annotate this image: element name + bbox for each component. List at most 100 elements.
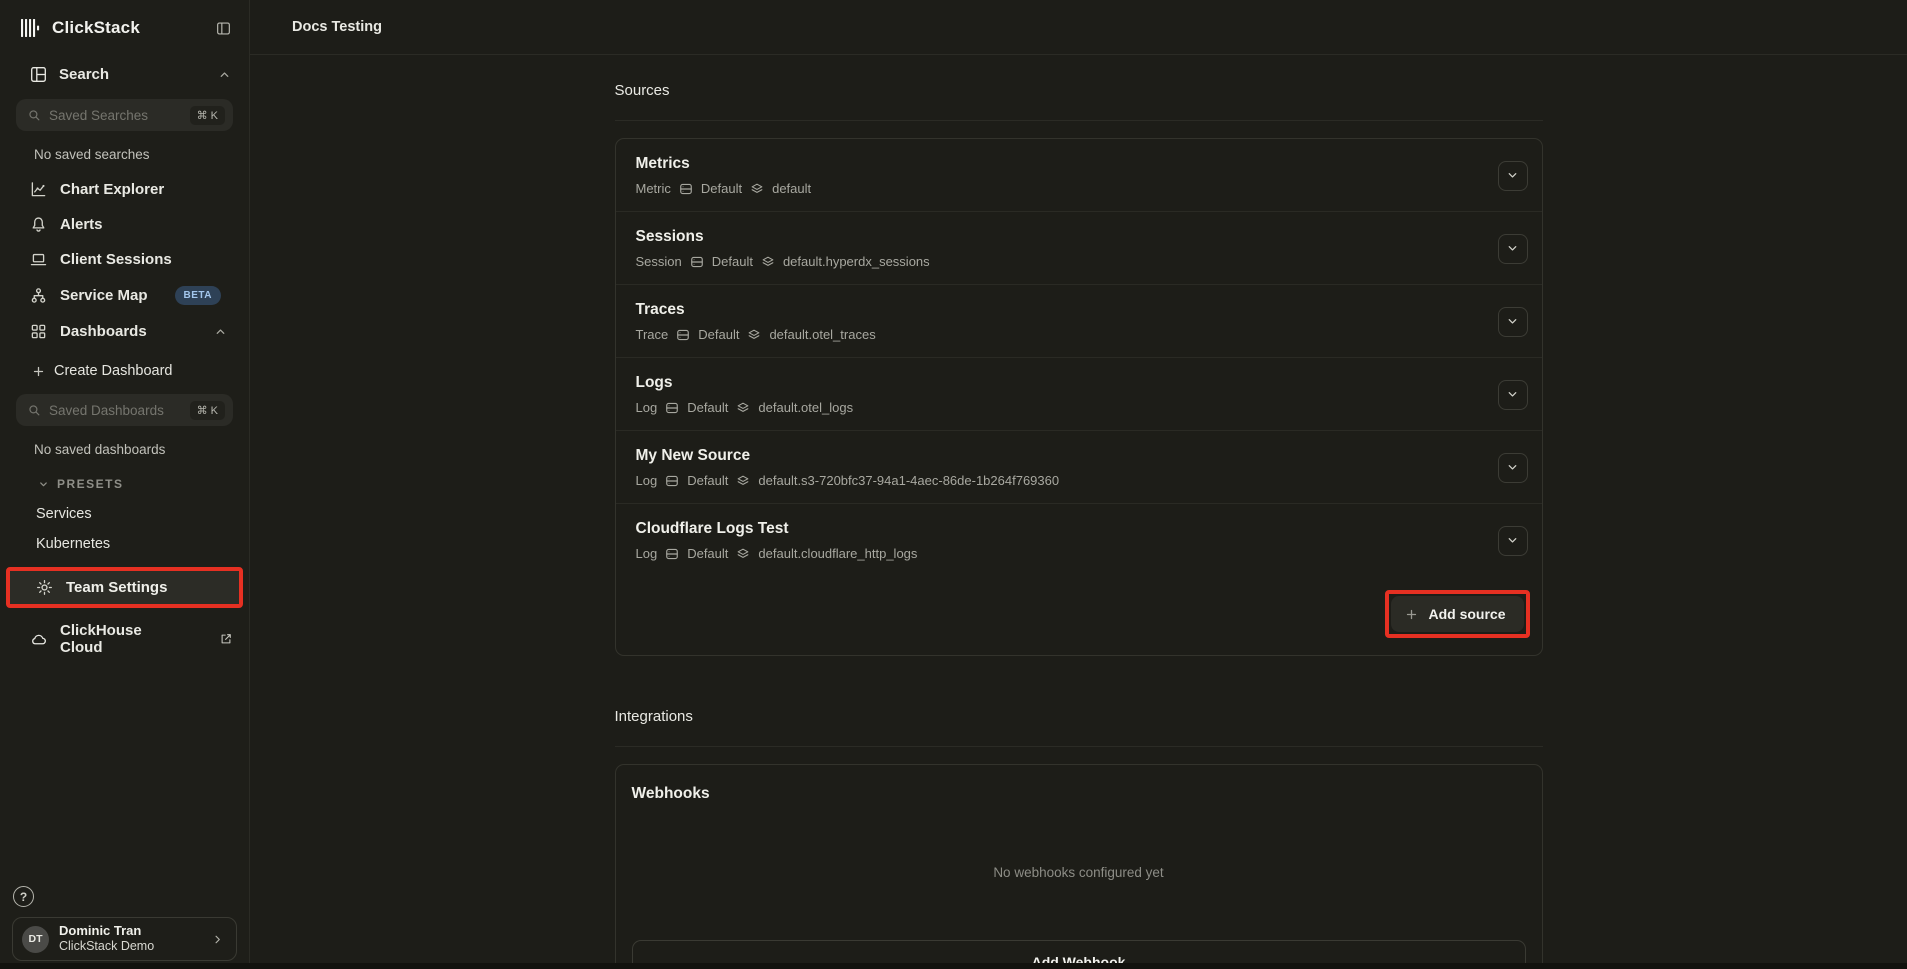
source-connection: Default [701,181,742,196]
source-name: Cloudflare Logs Test [636,520,918,538]
integrations-section-title: Integrations [615,708,1543,747]
source-table: default.otel_traces [769,327,875,342]
chevron-up-icon[interactable] [218,68,231,81]
source-row-cloudflare-logs-test: Cloudflare Logs Test Log Default default… [616,503,1542,576]
database-icon [690,255,704,269]
layers-icon [736,474,750,488]
user-meta: Dominic Tran ClickStack Demo [59,923,201,955]
source-kind: Log [636,546,658,561]
sidebar: ClickStack Search S [0,0,250,969]
sidebar-item-alerts[interactable]: Alerts [0,207,249,242]
help-icon[interactable]: ? [13,886,34,907]
database-icon [679,182,693,196]
search-section-icon [30,66,47,83]
database-icon [676,328,690,342]
chevron-up-icon[interactable] [214,325,227,338]
bell-icon [30,216,47,233]
sidebar-item-client-sessions[interactable]: Client Sessions [0,242,249,277]
sidebar-item-team-settings[interactable]: Team Settings [10,571,239,604]
presets-toggle[interactable]: PRESETS [0,467,249,499]
plus-icon [1405,608,1418,621]
source-connection: Default [698,327,739,342]
add-source-button[interactable]: Add source [1391,596,1523,632]
cloud-icon [30,631,47,648]
saved-searches-placeholder: Saved Searches [49,108,182,123]
layers-icon [750,182,764,196]
page-title: Docs Testing [292,19,382,35]
user-org: ClickStack Demo [59,939,201,955]
dashboards-grid-icon [30,323,47,340]
bottom-edge-strip [0,963,1907,969]
magnifier-icon [28,404,41,417]
add-source-annotation-box: Add source [1385,590,1529,638]
source-row-sessions: Sessions Session Default default.hyperdx… [616,211,1542,284]
expand-source-button[interactable] [1498,234,1528,264]
source-name: My New Source [636,447,1060,465]
source-row-traces: Traces Trace Default default.otel_traces [616,284,1542,357]
sidebar-item-clickhouse-cloud[interactable]: ClickHouse Cloud [0,610,249,666]
create-dashboard-button[interactable]: Create Dashboard [0,353,249,388]
source-row-logs: Logs Log Default default.otel_logs [616,357,1542,430]
chevron-right-icon [211,933,224,946]
main-area: Docs Testing Sources Metrics Metric Defa… [250,0,1907,969]
webhooks-empty-message: No webhooks configured yet [632,865,1526,880]
laptop-icon [30,251,47,268]
sidebar-spacer [0,666,249,886]
saved-dashboards-input[interactable]: Saved Dashboards ⌘ K [16,394,233,426]
source-kind: Trace [636,327,669,342]
source-connection: Default [687,473,728,488]
sidebar-item-service-map[interactable]: Service Map BETA [0,277,249,314]
layers-icon [747,328,761,342]
sidebar-item-chart-explorer[interactable]: Chart Explorer [0,172,249,207]
shortcut-badge: ⌘ K [190,106,225,125]
preset-item-services[interactable]: Services [0,499,249,529]
dashboards-label: Dashboards [60,323,147,340]
topbar: Docs Testing [250,0,1907,55]
source-connection: Default [712,254,753,269]
create-dashboard-label: Create Dashboard [54,363,173,379]
chart-explorer-icon [30,181,47,198]
expand-source-button[interactable] [1498,161,1528,191]
database-icon [665,547,679,561]
source-table: default.cloudflare_http_logs [758,546,917,561]
source-kind: Session [636,254,682,269]
expand-source-button[interactable] [1498,307,1528,337]
team-settings-annotation-box: Team Settings [6,567,243,608]
expand-source-button[interactable] [1498,526,1528,556]
preset-item-kubernetes[interactable]: Kubernetes [0,529,249,559]
source-table: default.s3-720bfc37-94a1-4aec-86de-1b264… [758,473,1059,488]
avatar: DT [22,926,49,953]
sidebar-item-dashboards[interactable]: Dashboards [0,314,249,349]
expand-source-button[interactable] [1498,380,1528,410]
source-connection: Default [687,546,728,561]
database-icon [665,474,679,488]
clickstack-logo-icon [18,16,42,40]
sources-section-title: Sources [615,82,1543,121]
logo-row: ClickStack [0,0,249,54]
webhooks-title: Webhooks [632,785,1526,803]
service-map-icon [30,287,47,304]
user-menu[interactable]: DT Dominic Tran ClickStack Demo [12,917,237,961]
gear-icon [36,579,53,596]
saved-searches-input[interactable]: Saved Searches ⌘ K [16,99,233,131]
content-scroll-area[interactable]: Sources Metrics Metric Default default [250,55,1907,969]
presets-label: PRESETS [57,477,124,491]
sources-card: Metrics Metric Default default [615,138,1543,656]
beta-badge: BETA [175,286,221,305]
client-sessions-label: Client Sessions [60,251,172,268]
chart-explorer-label: Chart Explorer [60,181,164,198]
source-table: default.hyperdx_sessions [783,254,930,269]
alerts-label: Alerts [60,216,103,233]
webhooks-card: Webhooks No webhooks configured yet Add … [615,764,1543,969]
clickhouse-cloud-label: ClickHouse Cloud [60,622,178,656]
user-name: Dominic Tran [59,923,201,939]
sidebar-item-search[interactable]: Search [0,54,249,93]
shortcut-badge: ⌘ K [190,401,225,420]
source-kind: Log [636,400,658,415]
layers-icon [761,255,775,269]
collapse-sidebar-icon[interactable] [214,19,233,38]
add-source-label: Add source [1428,606,1505,622]
external-link-icon [219,632,233,646]
expand-source-button[interactable] [1498,453,1528,483]
service-map-label: Service Map [60,287,148,304]
